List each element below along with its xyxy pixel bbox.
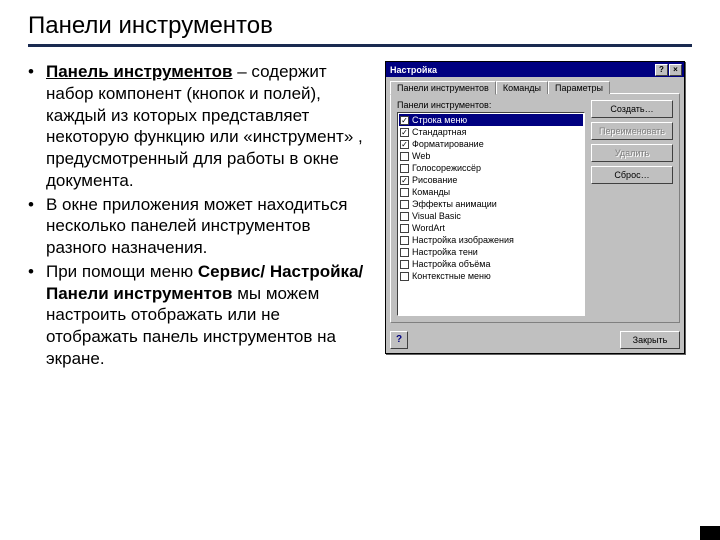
list-item[interactable]: ✓Стандартная <box>399 126 583 138</box>
checkbox-icon[interactable] <box>400 200 409 209</box>
list-item[interactable]: ✓Рисование <box>399 174 583 186</box>
slide-title: Панели инструментов <box>28 12 692 40</box>
list-item-label: WordArt <box>412 223 445 233</box>
list-item-label: Форматирование <box>412 139 484 149</box>
delete-button[interactable]: Удалить <box>591 144 673 162</box>
list-item-label: Команды <box>412 187 450 197</box>
reset-button[interactable]: Сброс… <box>591 166 673 184</box>
titlebar-help-button[interactable]: ? <box>655 64 668 76</box>
checkbox-icon[interactable] <box>400 212 409 221</box>
list-item[interactable]: Эффекты анимации <box>399 198 583 210</box>
bullet-2: В окне приложения может находиться неско… <box>28 194 368 259</box>
list-item-label: Эффекты анимации <box>412 199 497 209</box>
list-item[interactable]: Visual Basic <box>399 210 583 222</box>
list-item-label: Стандартная <box>412 127 467 137</box>
checkbox-icon[interactable] <box>400 272 409 281</box>
checkbox-icon[interactable] <box>400 236 409 245</box>
list-item[interactable]: Настройка тени <box>399 246 583 258</box>
list-item-label: Рисование <box>412 175 457 185</box>
settings-dialog: Настройка ? × Панели инструментов Команд… <box>385 61 685 354</box>
list-item[interactable]: Контекстные меню <box>399 270 583 282</box>
list-item-label: Visual Basic <box>412 211 461 221</box>
checkbox-icon[interactable]: ✓ <box>400 116 409 125</box>
list-item[interactable]: Настройка изображения <box>399 234 583 246</box>
list-item[interactable]: Web <box>399 150 583 162</box>
bullet-1-text: – содержит набор компонент (кнопок и пол… <box>46 62 363 190</box>
dialog-title: Настройка <box>390 65 437 75</box>
bullet-3-before: При помощи меню <box>46 262 198 281</box>
list-item-label: Строка меню <box>412 115 467 125</box>
dialog-titlebar[interactable]: Настройка ? × <box>386 62 684 77</box>
tab-options[interactable]: Параметры <box>548 81 610 94</box>
list-item[interactable]: Голосорежиссёр <box>399 162 583 174</box>
list-label: Панели инструментов: <box>397 100 585 110</box>
create-button[interactable]: Создать… <box>591 100 673 118</box>
rename-button[interactable]: Переименовать <box>591 122 673 140</box>
list-item-label: Web <box>412 151 430 161</box>
footer-help-button[interactable]: ? <box>390 331 408 349</box>
list-item-label: Настройка объёма <box>412 259 491 269</box>
list-item[interactable]: Настройка объёма <box>399 258 583 270</box>
bullet-2-text: В окне приложения может находиться неско… <box>46 195 347 258</box>
list-item-label: Контекстные меню <box>412 271 491 281</box>
checkbox-icon[interactable]: ✓ <box>400 128 409 137</box>
text-column: Панель инструментов – содержит набор ком… <box>28 61 368 372</box>
checkbox-icon[interactable] <box>400 152 409 161</box>
checkbox-icon[interactable] <box>400 248 409 257</box>
title-rule <box>28 44 692 47</box>
list-item-label: Настройка тени <box>412 247 478 257</box>
list-item[interactable]: ✓Форматирование <box>399 138 583 150</box>
close-button[interactable]: Закрыть <box>620 331 680 349</box>
checkbox-icon[interactable] <box>400 260 409 269</box>
bullet-1-term: Панель инструментов <box>46 62 233 81</box>
checkbox-icon[interactable] <box>400 224 409 233</box>
toolbars-listbox[interactable]: ✓Строка меню✓Стандартная✓ФорматированиеW… <box>397 112 585 316</box>
list-item[interactable]: WordArt <box>399 222 583 234</box>
checkbox-icon[interactable] <box>400 188 409 197</box>
bullet-3: При помощи меню Сервис/ Настройка/Панели… <box>28 261 368 370</box>
checkbox-icon[interactable] <box>400 164 409 173</box>
list-item[interactable]: Команды <box>399 186 583 198</box>
titlebar-close-button[interactable]: × <box>669 64 682 76</box>
bullet-1: Панель инструментов – содержит набор ком… <box>28 61 368 192</box>
checkbox-icon[interactable]: ✓ <box>400 140 409 149</box>
list-item[interactable]: ✓Строка меню <box>399 114 583 126</box>
list-item-label: Настройка изображения <box>412 235 514 245</box>
tab-commands[interactable]: Команды <box>496 81 548 94</box>
tab-toolbars[interactable]: Панели инструментов <box>390 81 496 95</box>
page-marker <box>700 526 720 540</box>
checkbox-icon[interactable]: ✓ <box>400 176 409 185</box>
list-item-label: Голосорежиссёр <box>412 163 481 173</box>
